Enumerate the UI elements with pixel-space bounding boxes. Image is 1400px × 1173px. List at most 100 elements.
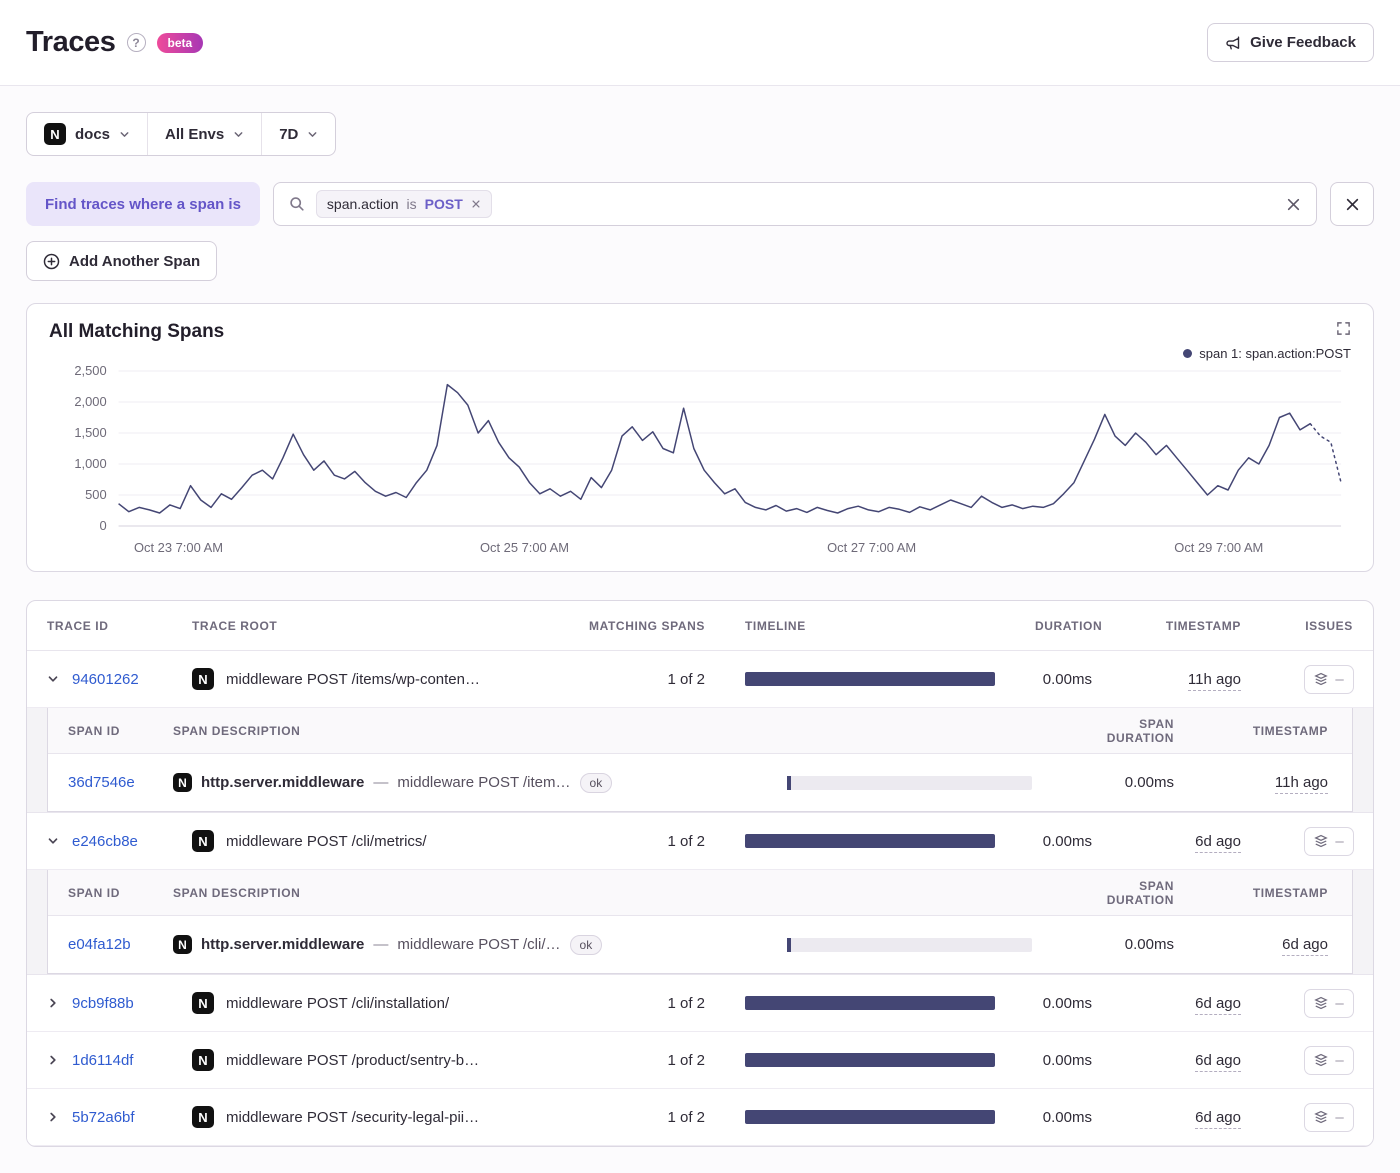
project-selector[interactable]: N docs bbox=[27, 113, 149, 155]
svg-text:Oct 23 7:00 AM: Oct 23 7:00 AM bbox=[134, 540, 223, 555]
trace-root-label: middleware POST /security-legal-pii… bbox=[226, 1108, 480, 1126]
col-header-span-duration: SPAN DURATION bbox=[1106, 716, 1174, 745]
issues-button[interactable]: – bbox=[1304, 1102, 1354, 1132]
page-title: Traces bbox=[26, 26, 116, 58]
environment-selector[interactable]: All Envs bbox=[148, 113, 263, 155]
matching-spans-count: 1 of 2 bbox=[667, 1051, 705, 1069]
plus-circle-icon bbox=[43, 253, 60, 270]
expanded-spans-section: SPAN ID SPAN DESCRIPTION SPAN DURATION T… bbox=[27, 870, 1373, 975]
trace-id-link[interactable]: 1d6114df bbox=[72, 1052, 133, 1069]
issues-button[interactable]: – bbox=[1304, 664, 1354, 694]
span-id-link[interactable]: 36d7546e bbox=[68, 774, 135, 791]
svg-text:Oct 29 7:00 AM: Oct 29 7:00 AM bbox=[1174, 540, 1263, 555]
search-icon bbox=[289, 196, 305, 212]
help-icon[interactable]: ? bbox=[126, 33, 146, 52]
trace-root-label: middleware POST /items/wp-conten… bbox=[226, 670, 480, 688]
chevron-right-icon[interactable] bbox=[41, 1105, 65, 1129]
trace-id-link[interactable]: 94601262 bbox=[72, 671, 139, 688]
issues-button[interactable]: – bbox=[1304, 988, 1354, 1018]
spans-line-chart[interactable]: 0 500 1,000 1,500 2,000 2,500 Oct 23 7:00 AM Oc… bbox=[49, 363, 1351, 563]
date-range-selector[interactable]: 7D bbox=[262, 113, 335, 155]
chevron-down-icon bbox=[233, 129, 244, 140]
span-row[interactable]: e04fa12b N http.server.middleware — midd… bbox=[48, 916, 1352, 973]
col-header-timeline: TIMELINE bbox=[745, 618, 806, 633]
span-search-input[interactable]: span.action is POST bbox=[272, 182, 1317, 226]
span-description: middleware POST /cli/… bbox=[397, 936, 561, 953]
trace-id-link[interactable]: 9cb9f88b bbox=[72, 995, 134, 1012]
matching-spans-count: 1 of 2 bbox=[667, 994, 705, 1012]
find-traces-label[interactable]: Find traces where a span is bbox=[26, 182, 260, 226]
trace-id-link[interactable]: 5b72a6bf bbox=[72, 1109, 135, 1126]
nextjs-project-icon: N bbox=[173, 773, 192, 792]
issues-icon bbox=[1314, 672, 1329, 686]
duration-value: 0.00ms bbox=[1042, 994, 1092, 1012]
separator-dash: — bbox=[373, 774, 389, 791]
megaphone-icon bbox=[1225, 35, 1241, 51]
span-row[interactable]: 36d7546e N http.server.middleware — midd… bbox=[48, 754, 1352, 811]
nextjs-project-icon: N bbox=[192, 1049, 214, 1071]
issues-button[interactable]: – bbox=[1304, 826, 1354, 856]
timestamp-value[interactable]: 6d ago bbox=[1195, 832, 1241, 853]
issues-button[interactable]: – bbox=[1304, 1045, 1354, 1075]
col-header-duration: DURATION bbox=[1035, 618, 1103, 633]
trace-root-label: middleware POST /cli/metrics/ bbox=[226, 832, 427, 850]
span-duration-value: 0.00ms bbox=[1124, 936, 1174, 953]
timestamp-value[interactable]: 11h ago bbox=[1187, 670, 1241, 691]
token-remove-icon[interactable] bbox=[471, 199, 481, 209]
issues-empty-dash: – bbox=[1335, 1051, 1344, 1069]
chevron-right-icon[interactable] bbox=[41, 991, 65, 1015]
span-header-row: SPAN ID SPAN DESCRIPTION SPAN DURATION T… bbox=[48, 708, 1352, 754]
duration-value: 0.00ms bbox=[1042, 1108, 1092, 1126]
table-row[interactable]: 9cb9f88b N middleware POST /cli/installa… bbox=[27, 975, 1373, 1032]
span-timeline-bar bbox=[787, 937, 1032, 952]
col-header-matching-spans: MATCHING SPANS bbox=[589, 618, 705, 633]
chevron-down-icon[interactable] bbox=[41, 667, 65, 691]
add-another-span-button[interactable]: Add Another Span bbox=[26, 241, 218, 281]
remove-span-filter-button[interactable] bbox=[1330, 182, 1374, 226]
issues-empty-dash: – bbox=[1335, 994, 1344, 1012]
chart-legend: span 1: span.action:POST bbox=[49, 346, 1351, 361]
token-operator: is bbox=[406, 196, 417, 212]
issues-icon bbox=[1314, 1110, 1329, 1124]
col-header-span-timestamp: TIMESTAMP bbox=[1252, 723, 1328, 738]
span-id-link[interactable]: e04fa12b bbox=[68, 936, 131, 953]
chevron-down-icon[interactable] bbox=[41, 829, 65, 853]
col-header-span-timestamp: TIMESTAMP bbox=[1252, 885, 1328, 900]
trace-root-label: middleware POST /product/sentry-b… bbox=[226, 1051, 480, 1069]
issues-empty-dash: – bbox=[1335, 1108, 1344, 1126]
page-header: Traces ? beta Give Feedback bbox=[0, 0, 1400, 86]
span-duration-value: 0.00ms bbox=[1124, 774, 1174, 791]
span-timestamp-value[interactable]: 6d ago bbox=[1282, 936, 1328, 956]
traces-table: TRACE ID TRACE ROOT MATCHING SPANS TIMEL… bbox=[26, 600, 1374, 1147]
clear-search-icon[interactable] bbox=[1286, 197, 1301, 212]
search-token[interactable]: span.action is POST bbox=[315, 190, 492, 218]
trace-id-link[interactable]: e246cb8e bbox=[72, 833, 138, 850]
fullscreen-icon[interactable] bbox=[1336, 321, 1351, 336]
issues-icon bbox=[1314, 834, 1329, 848]
project-selector-label: docs bbox=[75, 125, 111, 143]
span-timestamp-value[interactable]: 11h ago bbox=[1274, 774, 1328, 794]
chevron-right-icon[interactable] bbox=[41, 1048, 65, 1072]
nextjs-project-icon: N bbox=[192, 830, 214, 852]
table-row[interactable]: e246cb8e N middleware POST /cli/metrics/… bbox=[27, 813, 1373, 870]
nextjs-project-icon: N bbox=[192, 1106, 214, 1128]
table-row[interactable]: 94601262 N middleware POST /items/wp-con… bbox=[27, 651, 1373, 708]
timeline-bar bbox=[745, 1053, 995, 1067]
span-operation: http.server.middleware bbox=[201, 936, 365, 953]
table-row[interactable]: 5b72a6bf N middleware POST /security-leg… bbox=[27, 1089, 1373, 1146]
timestamp-value[interactable]: 6d ago bbox=[1195, 1108, 1241, 1129]
col-header-span-description: SPAN DESCRIPTION bbox=[173, 723, 301, 738]
give-feedback-button[interactable]: Give Feedback bbox=[1207, 23, 1374, 62]
span-timeline-bar bbox=[787, 775, 1032, 790]
timestamp-value[interactable]: 6d ago bbox=[1195, 1051, 1241, 1072]
timestamp-value[interactable]: 6d ago bbox=[1195, 994, 1241, 1015]
table-row[interactable]: 1d6114df N middleware POST /product/sent… bbox=[27, 1032, 1373, 1089]
svg-text:0: 0 bbox=[99, 518, 106, 533]
chart-title: All Matching Spans bbox=[49, 321, 225, 342]
col-header-span-id: SPAN ID bbox=[68, 723, 120, 738]
give-feedback-label: Give Feedback bbox=[1250, 34, 1356, 51]
svg-text:1,000: 1,000 bbox=[74, 456, 106, 471]
svg-text:Oct 27 7:00 AM: Oct 27 7:00 AM bbox=[827, 540, 916, 555]
separator-dash: — bbox=[373, 936, 389, 953]
span-header-row: SPAN ID SPAN DESCRIPTION SPAN DURATION T… bbox=[48, 870, 1352, 916]
